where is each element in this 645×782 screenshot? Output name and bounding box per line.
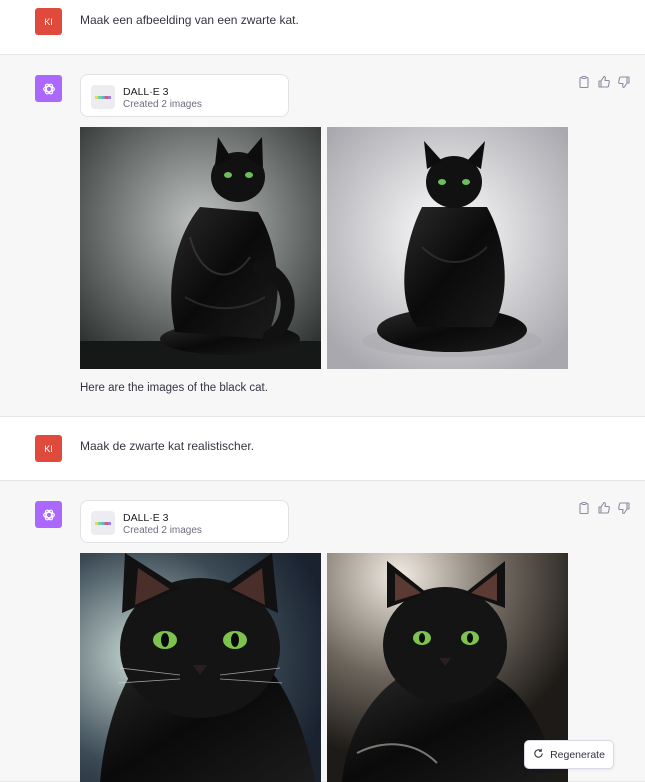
clipboard-icon[interactable] xyxy=(577,501,591,515)
regenerate-button[interactable]: Regenerate xyxy=(524,740,614,769)
user-message-text: Maak een afbeelding van een zwarte kat. xyxy=(80,13,299,27)
user-message-text: Maak de zwarte kat realistischer. xyxy=(80,439,255,453)
generated-image-1[interactable] xyxy=(80,127,321,369)
message-actions xyxy=(577,75,631,89)
dalle-tool-status: Created 2 images xyxy=(123,525,202,536)
thumbs-up-icon[interactable] xyxy=(597,501,611,515)
dalle-tool-title: DALL·E 3 xyxy=(123,512,169,524)
dalle-tool-title: DALL·E 3 xyxy=(123,86,169,98)
thumbs-down-icon[interactable] xyxy=(617,75,631,89)
dalle-logo-icon xyxy=(91,511,115,535)
openai-logo-icon xyxy=(42,509,55,520)
generated-image-3[interactable] xyxy=(80,553,321,782)
assistant-caption: Here are the images of the black cat. xyxy=(80,382,268,394)
user-message-1: KI Maak een afbeelding van een zwarte ka… xyxy=(0,0,645,55)
assistant-message-1: DALL·E 3 Created 2 images Here are the i… xyxy=(0,55,645,417)
generated-image-2[interactable] xyxy=(327,127,568,369)
assistant-avatar xyxy=(35,75,62,102)
regenerate-label: Regenerate xyxy=(550,748,605,761)
assistant-avatar xyxy=(35,501,62,528)
dalle-tool-card[interactable]: DALL·E 3 Created 2 images xyxy=(80,500,289,543)
assistant-message-2: DALL·E 3 Created 2 images xyxy=(0,481,645,782)
user-avatar: KI xyxy=(35,8,62,35)
dalle-logo-icon xyxy=(91,85,115,109)
user-message-2: KI Maak de zwarte kat realistischer. xyxy=(0,417,645,481)
message-actions xyxy=(577,501,631,515)
clipboard-icon[interactable] xyxy=(577,75,591,89)
openai-logo-icon xyxy=(42,83,55,94)
dalle-tool-card[interactable]: DALL·E 3 Created 2 images xyxy=(80,74,289,117)
refresh-icon xyxy=(533,748,544,762)
thumbs-down-icon[interactable] xyxy=(617,501,631,515)
thumbs-up-icon[interactable] xyxy=(597,75,611,89)
dalle-tool-status: Created 2 images xyxy=(123,99,202,110)
user-avatar: KI xyxy=(35,435,62,462)
